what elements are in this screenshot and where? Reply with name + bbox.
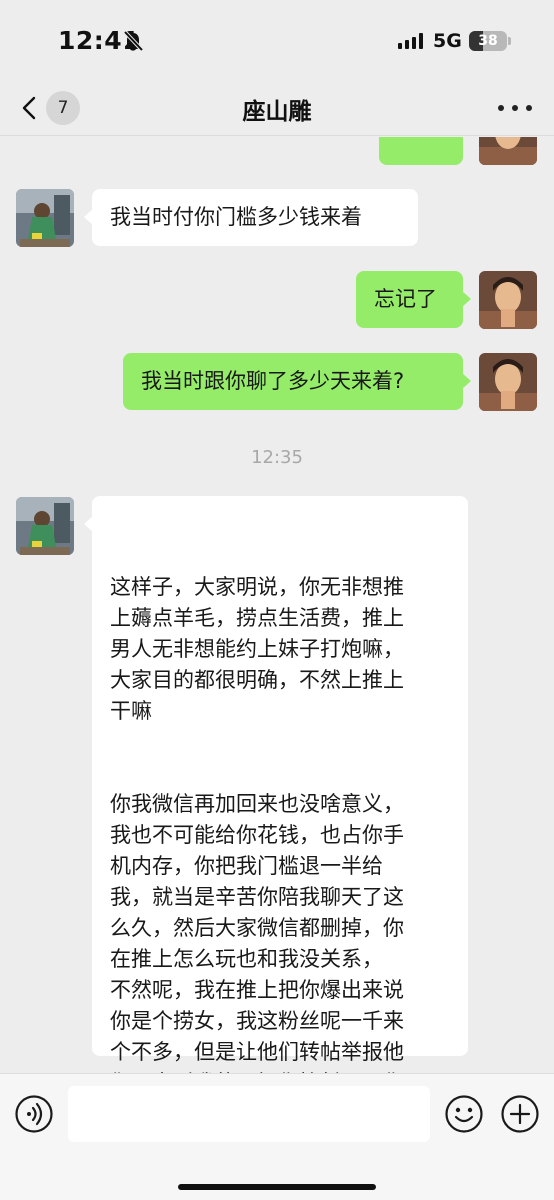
home-indicator bbox=[178, 1184, 376, 1190]
message-bubble-outgoing[interactable]: 忘记了 bbox=[356, 271, 471, 328]
status-bar: 12:41 5G 38 bbox=[0, 0, 554, 80]
message-text: 忘记了 bbox=[374, 287, 437, 311]
message-text: 我当时付你门槛多少钱来着 bbox=[110, 205, 362, 229]
battery-nub bbox=[508, 37, 511, 45]
chat-area[interactable]: 哦哦 我当时付你门槛多少钱来着 忘记了 bbox=[0, 137, 554, 1073]
network-label: 5G bbox=[433, 30, 462, 52]
message-bubble-incoming[interactable]: 我当时付你门槛多少钱来着 bbox=[84, 189, 418, 246]
message-bubble-outgoing[interactable]: 我当时跟你聊了多少天来着? bbox=[123, 353, 471, 410]
voice-icon[interactable] bbox=[14, 1094, 54, 1134]
signal-icon bbox=[398, 33, 423, 49]
bell-off-icon bbox=[123, 30, 144, 52]
message-bubble-outgoing[interactable]: 哦哦 bbox=[379, 137, 463, 165]
my-avatar[interactable] bbox=[479, 353, 537, 411]
message-paragraph-1: 这样子，大家明说，你无非想推 上薅点羊毛，捞点生活费，推上 男人无非想能约上妹子… bbox=[110, 575, 404, 723]
more-icon[interactable] bbox=[498, 94, 532, 122]
message-input[interactable] bbox=[68, 1086, 430, 1142]
my-avatar[interactable] bbox=[479, 137, 537, 165]
my-avatar[interactable] bbox=[479, 271, 537, 329]
chat-title: 座山雕 bbox=[242, 99, 312, 125]
nav-bar: 7 座山雕 bbox=[0, 80, 554, 136]
message-paragraph-2: 你我微信再加回来也没啥意义， 我也不可能给你花钱，也占你手 机内存，你把我门槛退… bbox=[110, 792, 404, 1073]
plus-icon[interactable] bbox=[500, 1094, 540, 1134]
message-text: 我当时跟你聊了多少天来着? bbox=[141, 369, 405, 393]
battery-percent: 38 bbox=[478, 33, 498, 49]
contact-avatar[interactable] bbox=[16, 189, 74, 247]
time-divider: 12:35 bbox=[251, 447, 303, 468]
battery-icon: 38 bbox=[469, 31, 507, 51]
message-bubble-incoming-long[interactable]: 这样子，大家明说，你无非想推 上薅点羊毛，捞点生活费，推上 男人无非想能约上妹子… bbox=[84, 496, 468, 1073]
emoji-icon[interactable] bbox=[444, 1094, 484, 1134]
input-bar bbox=[0, 1073, 554, 1200]
contact-avatar[interactable] bbox=[16, 497, 74, 555]
